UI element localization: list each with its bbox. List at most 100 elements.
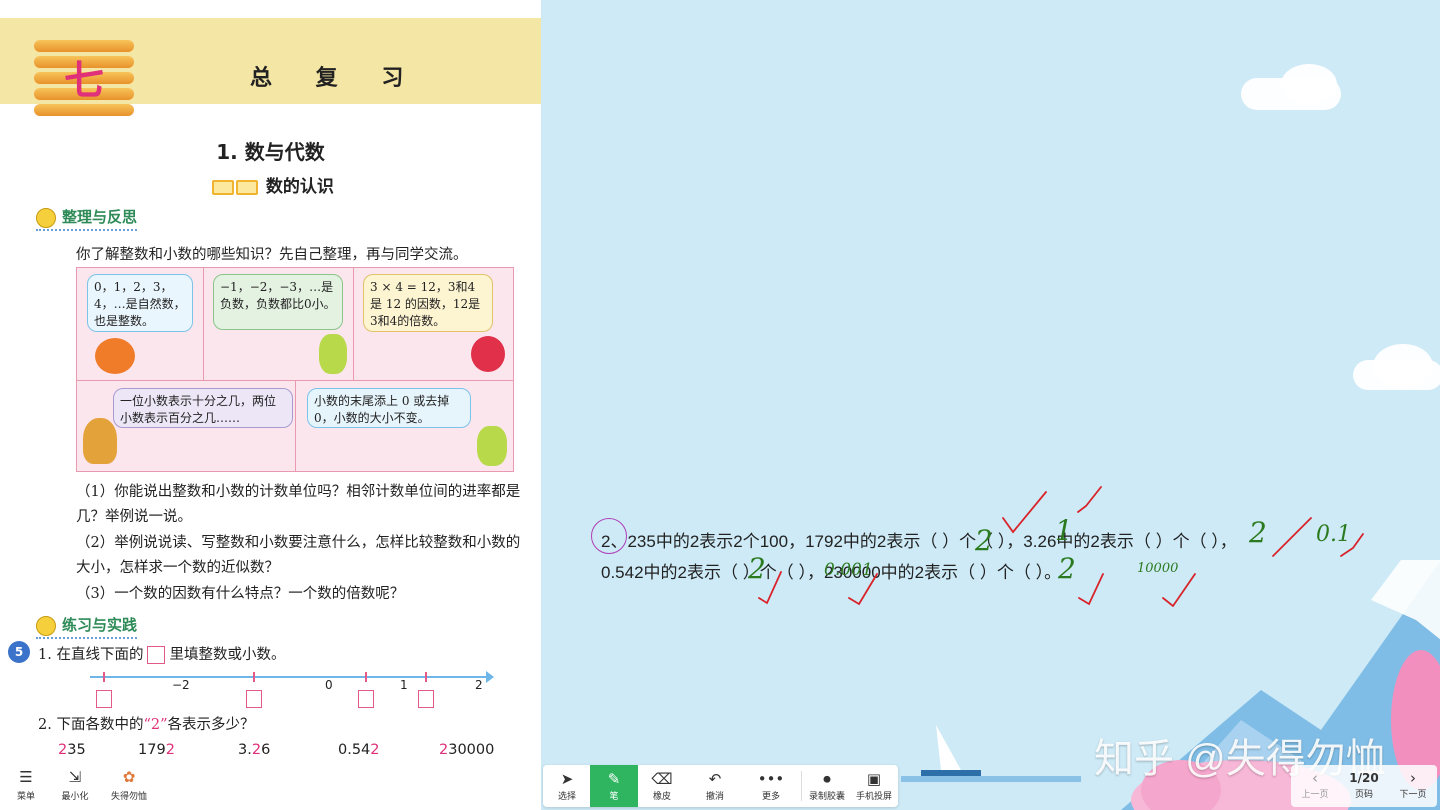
prev-page-button[interactable]: ‹ 上一页 <box>1291 769 1339 800</box>
mushroom-mascot-icon <box>83 418 117 464</box>
marker <box>103 672 105 682</box>
practice-tag: 练习与实践 <box>36 614 138 639</box>
exercise-1: 1. 在直线下面的 里填整数或小数。 <box>38 643 285 664</box>
cursor-icon: ➤ <box>560 770 574 788</box>
undo-icon: ↶ <box>708 770 722 788</box>
more-icon: ••• <box>757 770 785 788</box>
number-item: 1792 <box>138 742 175 758</box>
next-page-button[interactable]: › 下一页 <box>1389 769 1437 800</box>
minimize-label: 最小化 <box>61 792 89 802</box>
number-line-axis <box>90 676 488 678</box>
checkmark-icon <box>1272 517 1312 557</box>
app-label: 失得勿恤 <box>110 792 147 802</box>
knowledge-box: 0，1，2，3，4，…是自然数，也是整数。 −1，−2，−3，…是负数，负数都比… <box>76 267 514 472</box>
eraser-label: 橡皮 <box>652 792 671 802</box>
review-question: （2）举例说说读、写整数和小数要注意什么，怎样比较整数和小数的大小，怎样求一个数… <box>76 535 521 576</box>
undo-label: 撤消 <box>705 792 724 802</box>
toolbar-divider <box>801 771 802 801</box>
reflect-label: 整理与反思 <box>62 208 138 226</box>
bean-mascot-icon <box>477 426 507 466</box>
answer-box <box>96 690 112 708</box>
page-number: 1/20 <box>1349 771 1379 785</box>
undo-button[interactable]: ↶ 撤消 <box>691 765 739 807</box>
marker <box>425 672 427 682</box>
tick-label: 0 <box>325 678 333 692</box>
chick-icon <box>36 615 56 636</box>
speech-bubble: 一位小数表示十分之几，两位小数表示百分之几…… <box>113 388 293 428</box>
marker <box>365 672 367 682</box>
radish-mascot-icon <box>471 336 505 372</box>
record-button[interactable]: ⏺ 录制胶囊 <box>803 765 851 807</box>
speech-bubble: 小数的末尾添上 0 或去掉0，小数的大小不变。 <box>307 388 471 428</box>
exercise-1-prefix: 1. 在直线下面的 <box>38 647 144 663</box>
number-item: 0.542 <box>338 742 380 758</box>
select-button[interactable]: ➤ 选择 <box>543 765 591 807</box>
page-indicator[interactable]: 1/20 页码 <box>1340 769 1388 800</box>
intro-text: 你了解整数和小数的哪些知识？先自己整理，再与同学交流。 <box>76 247 468 263</box>
prev-page-label: 上一页 <box>1301 790 1329 800</box>
checkmark-icon <box>758 571 782 605</box>
cast-label: 手机投屏 <box>855 792 892 802</box>
menu-icon: ☰ <box>19 768 33 786</box>
select-label: 选择 <box>557 792 576 802</box>
number-item: 235 <box>58 742 86 758</box>
checkmark-icon <box>1077 486 1102 513</box>
exercise-2-suffix: 各表示多少？ <box>167 717 255 733</box>
pen-icon: ✎ <box>607 770 621 788</box>
chapter-title: 总 复 习 <box>250 66 422 91</box>
menu-button[interactable]: ☰ 菜单 <box>2 768 50 802</box>
menu-label: 菜单 <box>16 792 35 802</box>
chapter-badge: 七 <box>34 40 134 118</box>
minimize-icon: ⇲ <box>68 768 82 786</box>
textbook-page: 七 总 复 习 1. 数与代数 数的认识 整理与反思 你了解整数和小数的哪些知识… <box>0 0 541 810</box>
app-button[interactable]: ✿ 失得勿恤 <box>105 768 153 802</box>
practice-label: 练习与实践 <box>62 616 138 634</box>
next-page-label: 下一页 <box>1399 790 1427 800</box>
record-icon: ⏺ <box>823 770 831 788</box>
number-item: 230000 <box>439 742 495 758</box>
minimize-button[interactable]: ⇲ 最小化 <box>51 768 99 802</box>
exercise-2-highlight: “2” <box>143 717 168 733</box>
answer-box <box>358 690 374 708</box>
checkmark-icon <box>1078 573 1104 606</box>
tick-label: 1 <box>400 678 408 692</box>
eraser-button[interactable]: ⌫ 橡皮 <box>638 765 686 807</box>
cast-button[interactable]: ▣ 手机投屏 <box>850 765 898 807</box>
subsection-label: 数的认识 <box>265 177 334 197</box>
exercise-2: 2. 下面各数中的“2”各表示多少？ <box>38 713 255 734</box>
chevron-right-icon: › <box>1410 769 1416 787</box>
answer-box <box>246 690 262 708</box>
bean-mascot-icon <box>319 334 347 374</box>
exercise-badge: 5 <box>8 641 30 663</box>
diamond-icon <box>236 179 258 195</box>
pen-label: 笔 <box>609 792 619 802</box>
more-button[interactable]: ••• 更多 <box>747 765 795 807</box>
marker <box>253 672 255 682</box>
chevron-left-icon: ‹ <box>1312 769 1318 787</box>
pen-button[interactable]: ✎ 笔 <box>590 765 638 807</box>
speech-bubble: 3 × 4 = 12，3和4是 12 的因数，12是3和4的倍数。 <box>363 274 493 332</box>
pager: ‹ 上一页 1/20 页码 › 下一页 <box>1291 765 1437 807</box>
chick-icon <box>36 207 56 228</box>
number-item: 3.26 <box>238 742 271 758</box>
orange-mascot-icon <box>95 338 135 374</box>
speech-bubble: −1，−2，−3，…是负数，负数都比0小。 <box>213 274 343 330</box>
subsection-title: 数的认识 <box>212 172 334 197</box>
checkmark-icon <box>1002 491 1047 534</box>
whiteboard[interactable]: 2、235中的2表示2个100，1792中的2表示（ ）个（ ），3.26中的2… <box>541 0 1440 810</box>
page-label: 页码 <box>1354 790 1373 800</box>
reflect-tag: 整理与反思 <box>36 206 138 231</box>
checkmark-icon <box>1340 533 1364 557</box>
record-label: 录制胶囊 <box>808 792 845 802</box>
more-label: 更多 <box>761 792 780 802</box>
diamond-icon <box>212 179 234 195</box>
exercise-2-prefix: 2. 下面各数中的 <box>38 717 144 733</box>
section-title: 1. 数与代数 <box>216 140 325 164</box>
review-question: （3）一个数的因数有什么特点？一个数的倍数呢？ <box>76 586 405 602</box>
number-line: −2 0 1 2 <box>90 670 500 710</box>
left-toolbar: ☰ 菜单 ⇲ 最小化 ✿ 失得勿恤 <box>0 764 160 810</box>
bottom-toolbar: ➤ 选择 ✎ 笔 ⌫ 橡皮 ↶ 撤消 ••• 更多 ⏺ 录制胶囊 ▣ 手机投屏 <box>543 765 898 807</box>
chapter-banner: 七 总 复 习 <box>0 18 541 116</box>
cast-icon: ▣ <box>866 770 882 788</box>
blank-box <box>147 646 166 664</box>
